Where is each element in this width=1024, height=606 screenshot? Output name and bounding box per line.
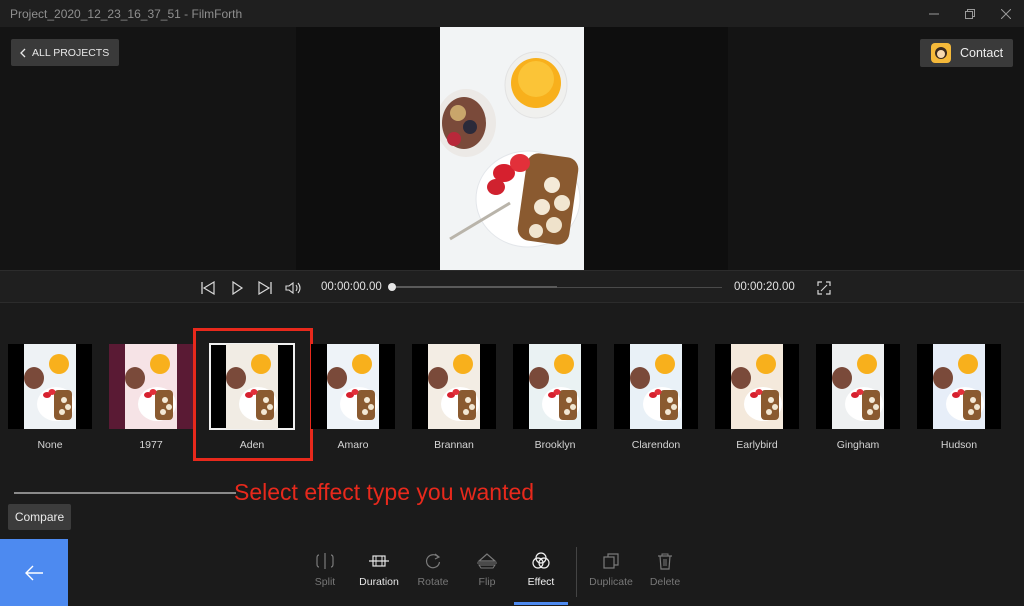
effect-thumbnail [513,344,597,429]
effect-label: Brooklyn [534,439,576,451]
effect-thumbnail-image [731,344,783,429]
active-tool-indicator [514,602,568,605]
effect-thumbnail [209,343,295,430]
split-label: Split [314,576,336,588]
effect-label: Earlybird [736,439,778,451]
timeline-buffer [392,286,557,288]
window-title: Project_2020_12_23_16_37_51 - FilmForth [10,6,243,21]
video-frame[interactable] [440,27,584,270]
effect-thumbnail-image [933,344,985,429]
effect-thumbnail [715,344,799,429]
effect-label: Brannan [434,439,474,451]
effects-panel: None 1977 Aden Amaro Brannan Brooklyn Clarendo… [0,304,1024,480]
delete-button[interactable]: Delete [635,551,695,588]
effect-thumbnail-image [832,344,884,429]
bottom-toolbar: Split Duration Rotate Flip Effect Duplic… [0,539,1024,606]
rotate-label: Rotate [417,576,449,588]
rotate-icon [423,551,443,571]
effect-label: None [37,439,63,451]
effect-thumbnail-image [24,344,76,429]
rotate-button[interactable]: Rotate [403,551,463,588]
effect-thumbnail [412,344,496,429]
flip-button[interactable]: Flip [457,551,517,588]
timeline-track[interactable] [392,286,722,288]
effect-item[interactable]: None [8,344,94,451]
contact-label: Contact [960,46,1004,60]
current-time: 00:00:00.00 [321,281,382,293]
split-button[interactable]: Split [295,551,355,588]
effect-thumbnail-image [428,344,480,429]
effect-thumbnail [614,344,698,429]
duration-label: Duration [359,576,399,588]
contact-avatar-icon [931,43,951,63]
total-time: 00:00:20.00 [734,281,795,293]
effect-thumbnail-image [125,344,177,429]
toolbar-separator [576,547,577,597]
video-preview-area: ALL PROJECTS Contact [0,27,1024,270]
flip-icon [477,551,497,571]
fullscreen-icon[interactable] [815,279,833,296]
duration-icon [369,551,389,571]
effect-label: Hudson [940,439,978,451]
effect-thumbnail [816,344,900,429]
playback-bar: 00:00:00.00 00:00:20.00 [0,270,1024,303]
duration-button[interactable]: Duration [349,551,409,588]
skip-forward-icon[interactable] [256,279,274,296]
effect-item[interactable]: Brooklyn [513,344,599,451]
minimize-icon[interactable] [916,0,952,27]
compare-button[interactable]: Compare [8,504,71,530]
effect-icon [531,551,551,571]
duplicate-icon [601,551,621,571]
all-projects-button[interactable]: ALL PROJECTS [11,39,120,66]
effect-thumbnail [109,344,193,429]
timeline-scrubber[interactable] [388,283,396,291]
effect-thumbnail-image [529,344,581,429]
effect-button[interactable]: Effect [511,551,571,588]
effect-label: Clarendon [631,439,681,451]
close-icon[interactable] [988,0,1024,27]
effect-thumbnail [311,344,395,429]
volume-icon[interactable] [284,279,302,296]
effect-item[interactable]: 1977 [109,344,195,451]
effect-item[interactable]: Brannan [412,344,498,451]
delete-label: Delete [649,576,681,588]
split-icon [315,551,335,571]
all-projects-label: ALL PROJECTS [32,46,110,59]
effect-thumbnail [917,344,1001,429]
effect-label: Amaro [337,439,369,451]
effect-item[interactable]: Amaro [311,344,397,451]
duplicate-button[interactable]: Duplicate [581,551,641,588]
arrow-left-icon [25,565,43,580]
effect-thumbnail [8,344,92,429]
effect-item[interactable]: Clarendon [614,344,700,451]
effect-item[interactable]: Aden [209,343,296,451]
effect-label: Aden [239,439,265,451]
effect-thumbnail-image [630,344,682,429]
effect-thumbnail-image [226,344,278,429]
flip-label: Flip [478,576,496,588]
effect-label: Effect [527,576,555,588]
effect-label: Gingham [836,439,880,451]
effect-item[interactable]: Gingham [816,344,902,451]
duplicate-label: Duplicate [589,576,633,588]
skip-back-icon[interactable] [199,279,217,296]
play-icon[interactable] [228,279,246,296]
effect-item[interactable]: Hudson [917,344,1003,451]
filmforth-window: Project_2020_12_23_16_37_51 - FilmForth [0,0,1024,606]
back-button[interactable] [0,539,68,606]
effect-thumbnail-image [327,344,379,429]
title-bar: Project_2020_12_23_16_37_51 - FilmForth [0,0,1024,27]
contact-button[interactable]: Contact [920,39,1013,67]
effect-item[interactable]: Earlybird [715,344,801,451]
chevron-left-icon [20,48,26,57]
compare-slider-line [14,492,236,494]
restore-icon[interactable] [952,0,988,27]
annotation-text: Select effect type you wanted [234,479,535,505]
delete-icon [655,551,675,571]
effect-label: 1977 [139,439,163,451]
